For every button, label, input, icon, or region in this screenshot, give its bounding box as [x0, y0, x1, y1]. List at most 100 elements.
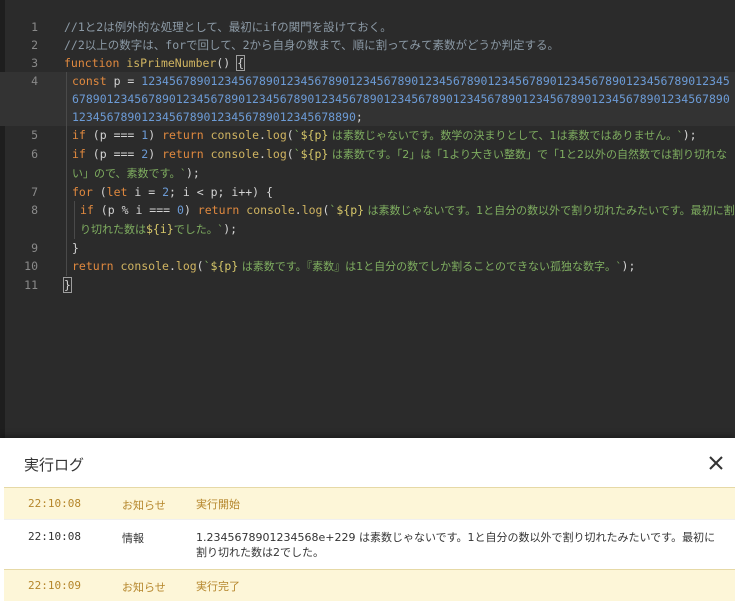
- line-number: 2: [31, 38, 38, 52]
- code-line-text: const p = 123456789012345678901234567890…: [64, 72, 732, 126]
- code-area[interactable]: 1 //1と2は例外的な処理として、最初にifの関門を設けておく。 2 //2以…: [0, 18, 735, 294]
- punctuation: ;: [169, 185, 183, 199]
- line-number: 10: [24, 259, 38, 273]
- identifier: console: [210, 147, 260, 161]
- keyword: if: [72, 147, 86, 161]
- variable: i: [182, 185, 190, 199]
- line-number: 3: [31, 56, 38, 70]
- keyword: if: [72, 128, 86, 142]
- string-literal: `: [293, 147, 301, 161]
- code-editor[interactable]: 1 //1と2は例外的な処理として、最初にifの関門を設けておく。 2 //2以…: [0, 0, 735, 438]
- code-line-text: }: [64, 239, 732, 257]
- punctuation: =: [120, 74, 142, 88]
- code-line-10[interactable]: 10 return console.log(`${p} は素数です。『素数』は1…: [0, 257, 735, 276]
- close-icon[interactable]: [705, 452, 727, 474]
- punctuation: ===: [142, 203, 177, 217]
- line-number: 4: [31, 74, 38, 88]
- code-line-9[interactable]: 9 }: [0, 239, 735, 257]
- code-line-7[interactable]: 7 for (let i = 2; i < p; i++) {: [0, 183, 735, 201]
- punctuation: .: [259, 128, 266, 142]
- punctuation: );: [223, 222, 238, 236]
- punctuation: ===: [106, 147, 142, 161]
- punctuation: ): [183, 203, 198, 217]
- number-literal: 0: [177, 203, 184, 217]
- string-literal: `: [203, 259, 211, 273]
- indent-guide: [66, 183, 67, 201]
- code-line-text: for (let i = 2; i < p; i++) {: [64, 183, 732, 201]
- log-message: 1.2345678901234568e+229 は素数じゃないです。1と自分の数…: [196, 531, 716, 559]
- log-row: 22:10:08 情報 1.2345678901234568e+229 は素数じ…: [4, 519, 735, 569]
- variable: p: [113, 74, 121, 88]
- variable: p: [99, 147, 107, 161]
- identifier: console: [210, 128, 260, 142]
- log-level: お知らせ: [122, 581, 166, 594]
- punctuation: %: [114, 203, 136, 217]
- string-literal: は素数じゃないです。数学の決まりとして、1は素数ではありません。`: [328, 129, 683, 142]
- line-number: 6: [31, 147, 38, 161]
- code-line-text: //1と2は例外的な処理として、最初にifの関門を設けておく。: [64, 18, 724, 36]
- variable: p: [210, 185, 218, 199]
- code-line-11[interactable]: 11 }: [0, 276, 735, 294]
- punctuation: [204, 147, 211, 161]
- keyword: const: [72, 74, 107, 88]
- code-line-text: if (p % i === 0) return console.log(`${p…: [64, 201, 735, 239]
- log-title: 実行ログ: [24, 456, 85, 474]
- string-literal: でした。`: [173, 223, 224, 236]
- code-line-1[interactable]: 1 //1と2は例外的な処理として、最初にifの関門を設けておく。: [0, 18, 735, 36]
- punctuation: (: [196, 259, 204, 273]
- log-message: 実行開始: [196, 498, 240, 511]
- function-name: log: [265, 128, 287, 142]
- keyword: let: [106, 185, 128, 199]
- punctuation: (: [286, 128, 294, 142]
- punctuation: ===: [106, 128, 142, 142]
- code-line-3[interactable]: 3 function isPrimeNumber() {: [0, 54, 735, 72]
- indent-guide: [66, 239, 67, 257]
- line-number: 8: [31, 203, 38, 217]
- code-line-text: if (p === 2) return console.log(`${p} は素…: [64, 145, 732, 183]
- function-name: log: [265, 147, 287, 161]
- log-time: 22:10:08: [28, 497, 81, 510]
- log-time: 22:10:08: [28, 530, 81, 543]
- keyword: return: [197, 203, 240, 217]
- identifier: console: [246, 203, 295, 217]
- code-line-6[interactable]: 6 if (p === 2) return console.log(`${p} …: [0, 145, 735, 183]
- code-line-text: if (p === 1) return console.log(`${p} は素…: [64, 126, 732, 145]
- punctuation: (: [85, 128, 100, 142]
- punctuation: .: [259, 147, 266, 161]
- template-expression: ${p}: [300, 147, 329, 161]
- code-line-4[interactable]: 4 const p = 1234567890123456789012345678…: [0, 72, 735, 126]
- log-time: 22:10:09: [28, 579, 81, 592]
- variable: p: [99, 128, 107, 142]
- string-literal: は素数です。『素数』は1と自分の数でしか割ることのできない孤独な数字。`: [238, 260, 622, 273]
- punctuation: (: [286, 147, 294, 161]
- punctuation: ;: [355, 110, 363, 124]
- line-number: 11: [24, 278, 38, 292]
- code-line-5[interactable]: 5 if (p === 1) return console.log(`${p} …: [0, 126, 735, 145]
- indent-guide: [74, 201, 75, 239]
- punctuation: );: [621, 259, 636, 273]
- indent-guide: [66, 145, 67, 183]
- keyword: return: [162, 128, 204, 142]
- line-number: 5: [31, 128, 38, 142]
- code-line-2[interactable]: 2 //2以上の数字は、forで回して、2から自身の数まで、順に割ってみて素数が…: [0, 36, 735, 54]
- punctuation: (: [93, 203, 108, 217]
- indent-guide: [66, 257, 67, 276]
- log-table: 22:10:08 お知らせ 実行開始 22:10:08 情報 1.2345678…: [4, 487, 735, 601]
- punctuation: =: [141, 185, 163, 199]
- matched-bracket: {: [236, 55, 246, 71]
- punctuation: }: [72, 241, 79, 255]
- log-header: 実行ログ: [0, 438, 735, 488]
- punctuation: .: [294, 203, 302, 217]
- code-line-8[interactable]: 8 if (p % i === 0) return console.log(`$…: [0, 201, 735, 239]
- punctuation: ): [148, 147, 163, 161]
- line-number: 1: [31, 20, 38, 34]
- comment-text: //2以上の数字は、forで回して、2から自身の数まで、順に割ってみて素数がどう…: [64, 38, 560, 52]
- template-expression: ${p}: [210, 259, 239, 273]
- log-level: 情報: [122, 532, 144, 545]
- keyword: function: [64, 56, 120, 70]
- punctuation: (: [85, 147, 100, 161]
- punctuation: (): [216, 56, 238, 70]
- punctuation: ): [148, 128, 163, 142]
- variable: p: [107, 203, 115, 217]
- punctuation: );: [682, 128, 697, 142]
